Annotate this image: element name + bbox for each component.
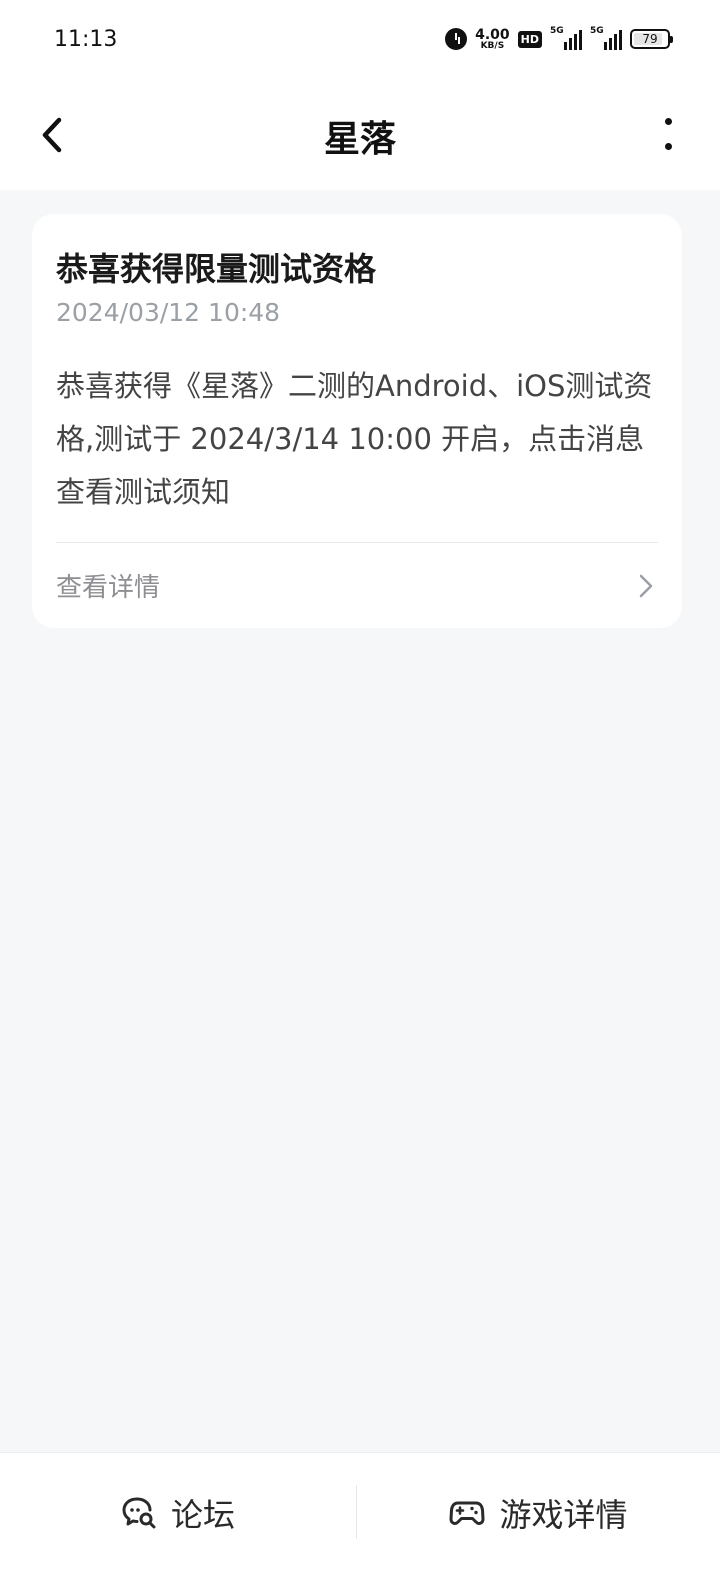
signal-bar [614,34,617,50]
signal-icon: 5G [590,26,622,50]
game-details-label: 游戏详情 [499,1496,628,1534]
screen: 11:13 4.00 KB/S HD 5G 5G 79 星落 恭喜获得限量测试资… [0,0,720,1584]
message-card[interactable]: 恭喜获得限量测试资格 2024/03/12 10:48 恭喜获得《星落》二测的A… [32,214,682,628]
forum-label: 论坛 [170,1496,235,1534]
status-time: 11:13 [54,27,118,52]
message-body: 恭喜获得《星落》二测的Android、iOS测试资格,测试于 2024/3/14… [56,369,653,509]
network-speed-value: 4.00 [475,26,510,43]
more-dot [664,143,672,150]
alarm-icon [445,28,468,50]
signal-bar [574,34,577,50]
hd-icon: HD [517,30,542,48]
message-timestamp: 2024/03/12 10:48 [56,298,281,327]
chat-search-icon [122,1497,156,1529]
signal-type-label: 5G [550,26,564,36]
chevron-right-icon [639,574,653,598]
game-details-button[interactable]: 游戏详情 [357,1453,720,1573]
signal-bar [564,42,567,50]
status-bar: 11:13 4.00 KB/S HD 5G 5G 79 [0,0,720,80]
view-details-link[interactable]: 查看详情 [32,543,682,628]
network-speed: 4.00 KB/S [475,28,510,51]
signal-bar [609,38,612,50]
more-vertical-icon[interactable] [656,114,680,154]
battery-level: 79 [642,32,658,46]
signal-icon: 5G [550,26,582,50]
signal-bar [569,38,572,50]
message-title: 恭喜获得限量测试资格 [56,250,377,288]
gamepad-icon [449,1501,485,1525]
signal-bar [619,30,622,50]
app-header: 星落 [0,80,720,190]
battery-icon: 79 [630,29,673,49]
signal-bar [604,42,607,50]
network-speed-unit: KB/S [480,40,505,51]
more-dot [664,118,672,125]
view-details-label: 查看详情 [56,573,161,603]
bottom-bar: 论坛 游戏详情 [0,1452,720,1584]
signal-type-label: 5G [590,26,604,36]
signal-bar [579,30,582,50]
forum-button[interactable]: 论坛 [0,1453,356,1573]
status-icons: 4.00 KB/S HD 5G 5G 79 [445,24,673,54]
page-title: 星落 [323,119,396,160]
